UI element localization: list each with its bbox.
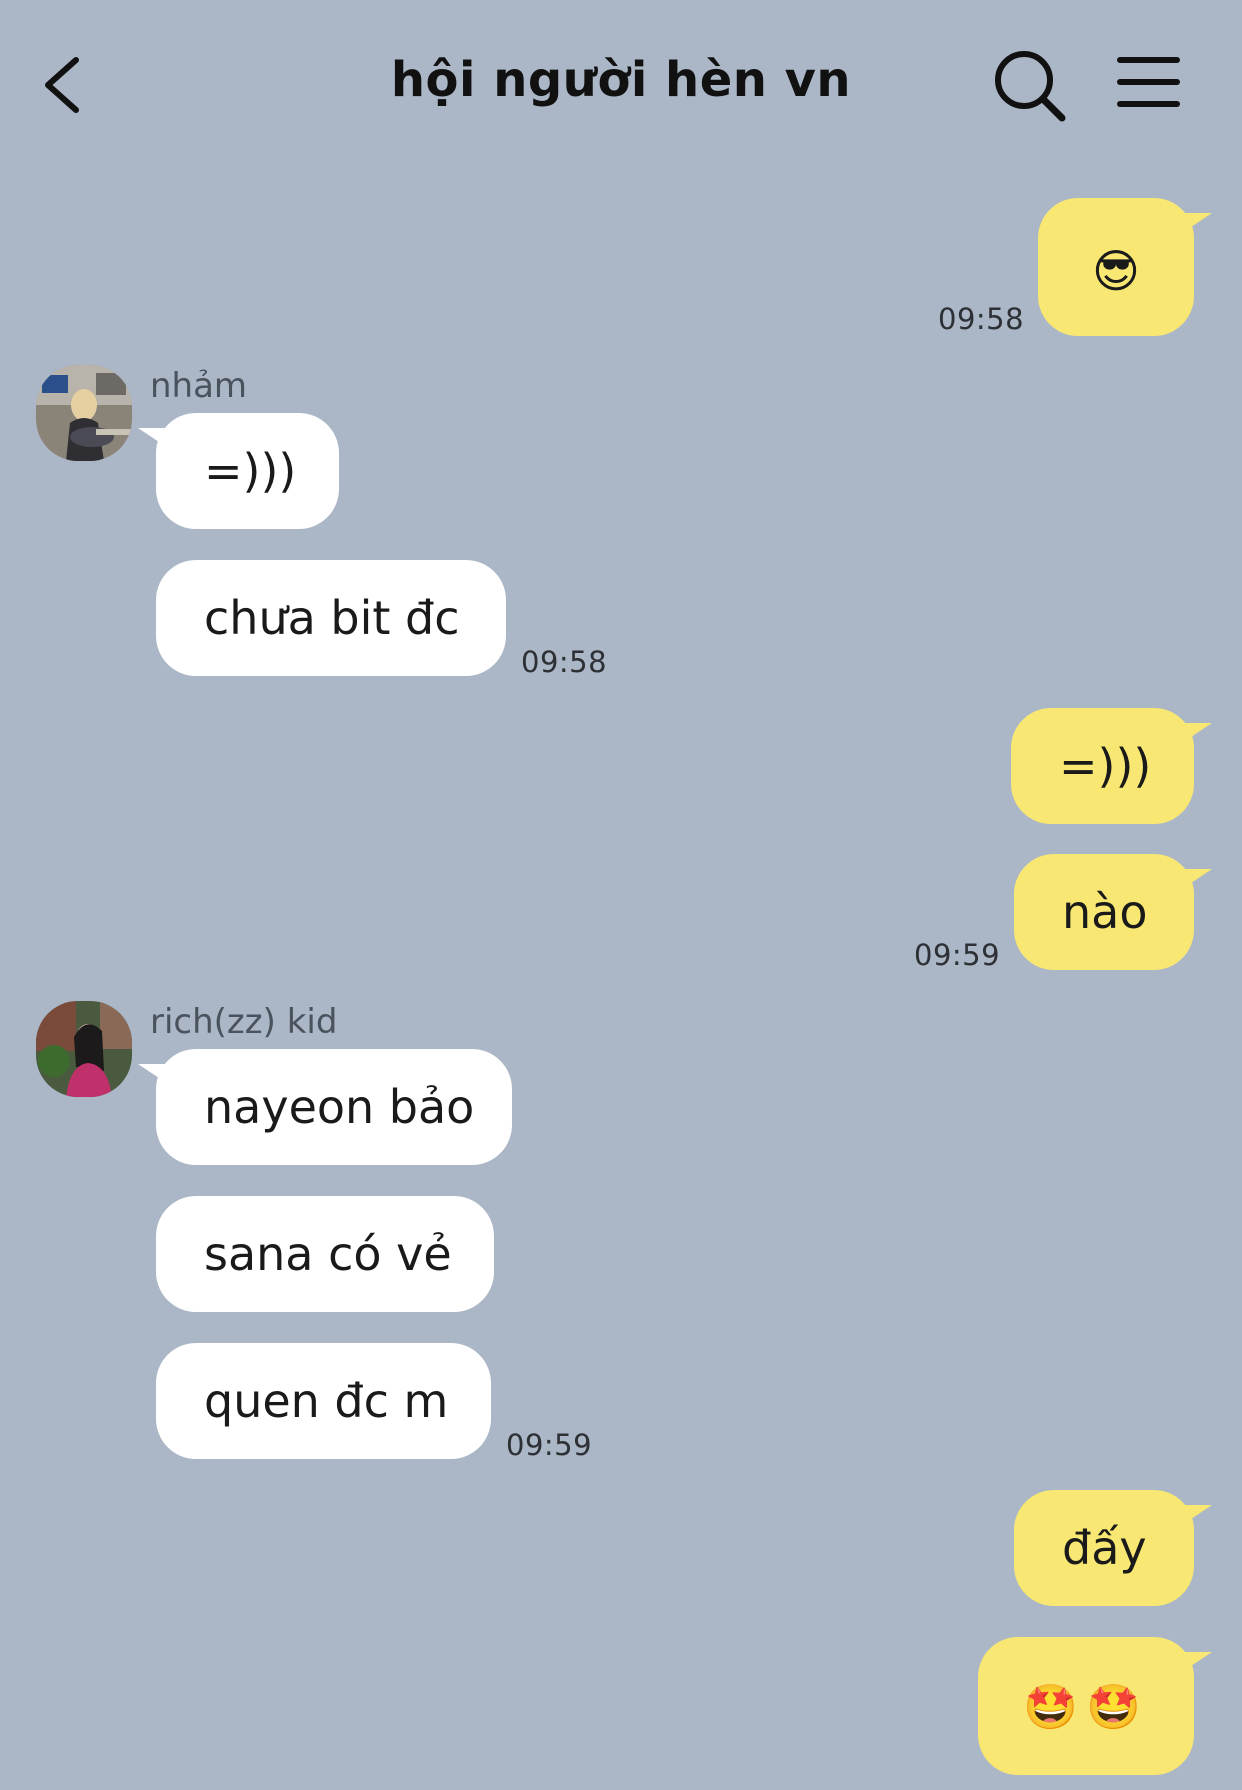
message-timestamp: 09:58 [938,302,1025,336]
message-text: chưa bit đc [204,591,460,645]
avatar-image [36,365,132,461]
avatar[interactable] [36,1001,132,1097]
chat-header: hội người hèn vn [0,0,1242,168]
message-timestamp: 09:59 [914,938,1001,972]
message-bubble-outgoing[interactable]: 😎 [1038,198,1194,336]
message-text: 😎 [1092,243,1140,298]
message-bubble-incoming[interactable]: sana có vẻ [156,1196,494,1312]
message-text: 🤩🤩 [1023,1682,1149,1733]
search-button[interactable] [990,46,1070,126]
message-bubble-incoming[interactable]: nayeon bảo [156,1049,512,1165]
message-text: =))) [1059,739,1152,793]
message-text: quen đc m [204,1374,449,1428]
message-bubble-outgoing[interactable]: 🤩🤩 [978,1637,1194,1775]
message-bubble-outgoing[interactable]: =))) [1011,708,1194,824]
message-bubble-incoming[interactable]: chưa bit đc [156,560,506,676]
message-text: nayeon bảo [204,1080,475,1134]
message-timestamp: 09:58 [521,645,608,679]
message-text: đấy [1062,1521,1147,1575]
avatar-image [36,1001,132,1097]
sender-name: rich(zz) kid [150,1002,338,1042]
message-bubble-outgoing[interactable]: nào [1014,854,1194,970]
search-icon [995,51,1066,122]
message-bubble-outgoing[interactable]: đấy [1014,1490,1194,1606]
message-bubble-incoming[interactable]: quen đc m [156,1343,491,1459]
message-text: =))) [204,444,297,498]
message-timestamp: 09:59 [506,1428,593,1462]
message-bubble-incoming[interactable]: =))) [156,413,339,529]
sender-name: nhảm [150,366,248,406]
hamburger-menu-icon [1117,57,1180,107]
menu-button[interactable] [1115,52,1185,112]
message-text: nào [1062,885,1148,939]
avatar[interactable] [36,365,132,461]
message-text: sana có vẻ [204,1227,452,1281]
